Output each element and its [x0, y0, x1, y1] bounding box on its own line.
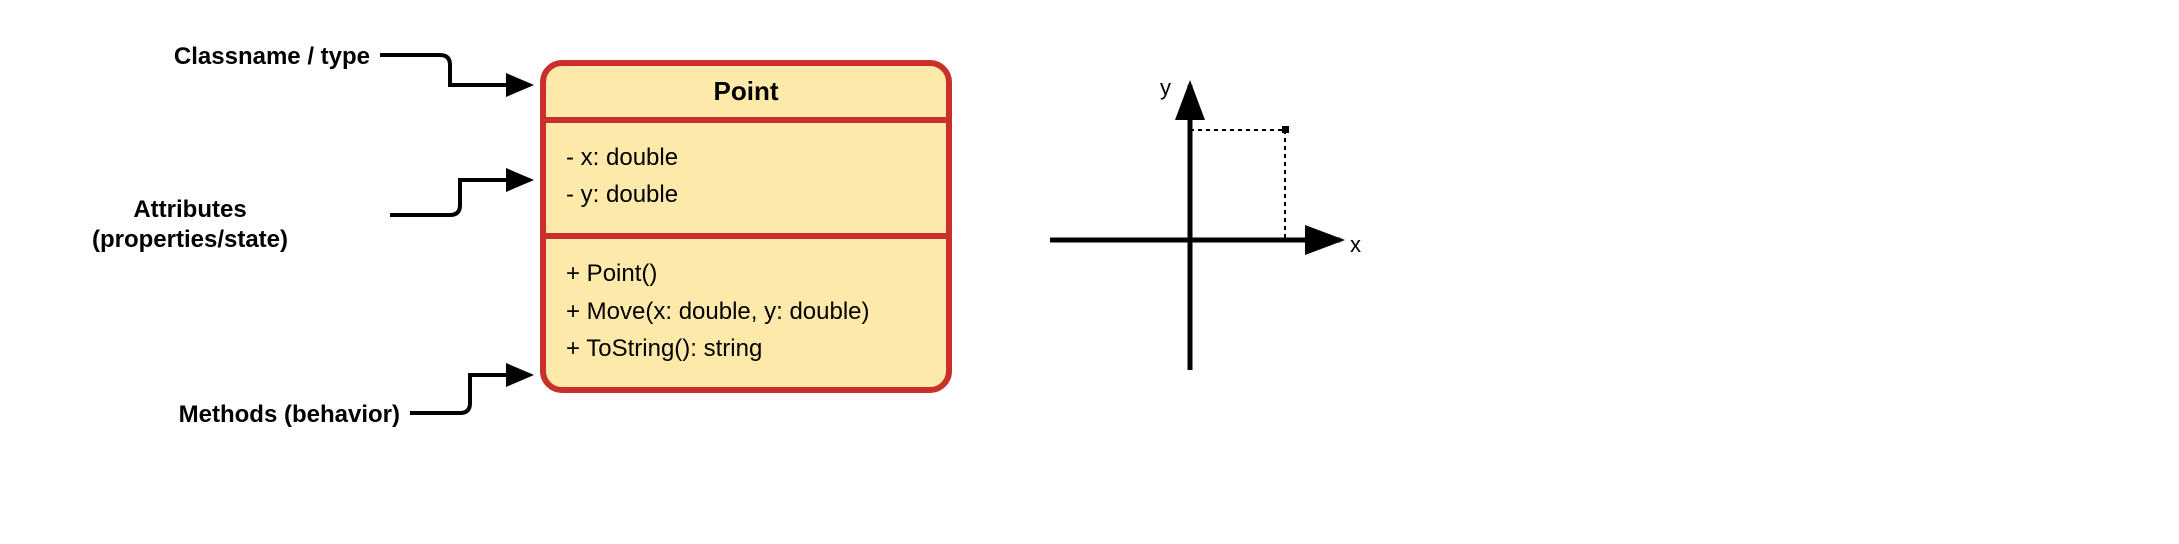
label-classname: Classname / type [0, 42, 370, 72]
coordinate-axes: x y [1040, 70, 1380, 390]
method-item: + ToString(): string [566, 330, 926, 367]
attribute-item: - y: double [566, 176, 926, 213]
class-title: Point [546, 66, 946, 117]
label-attributes: Attributes (properties/state) [0, 195, 380, 255]
method-item: + Move(x: double, y: double) [566, 293, 926, 330]
axis-label-y: y [1160, 75, 1171, 100]
label-methods: Methods (behavior) [0, 400, 400, 430]
attribute-item: - x: double [566, 139, 926, 176]
class-attributes: - x: double - y: double [546, 123, 946, 233]
method-item: + Point() [566, 255, 926, 292]
axis-label-x: x [1350, 232, 1361, 257]
uml-class-box: Point - x: double - y: double + Point() … [540, 60, 952, 393]
class-methods: + Point() + Move(x: double, y: double) +… [546, 239, 946, 387]
